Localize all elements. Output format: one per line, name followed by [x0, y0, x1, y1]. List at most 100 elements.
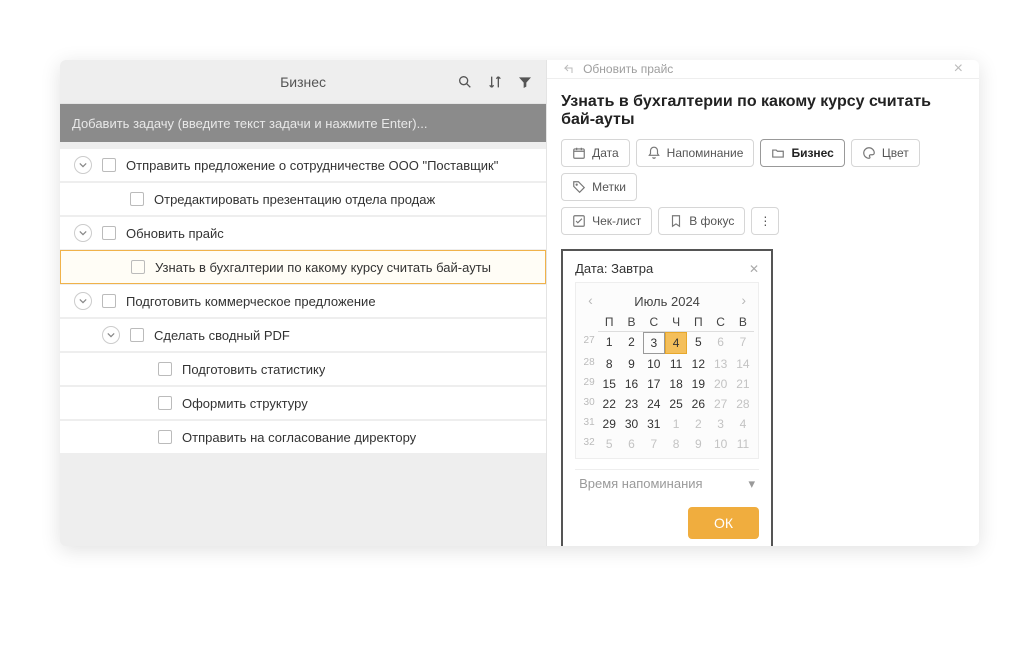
task-checkbox[interactable]	[130, 192, 144, 206]
calendar-day[interactable]: 11	[732, 434, 754, 454]
filter-icon[interactable]	[514, 71, 536, 93]
folder-button-label: Бизнес	[791, 146, 833, 160]
calendar-day[interactable]: 9	[687, 434, 709, 454]
close-icon[interactable]: ×	[954, 60, 963, 78]
calendar-day[interactable]: 28	[732, 394, 754, 414]
sort-icon[interactable]	[484, 71, 506, 93]
calendar-day[interactable]: 1	[598, 332, 620, 354]
calendar-day[interactable]: 3	[710, 414, 732, 434]
calendar-day[interactable]: 27	[710, 394, 732, 414]
expand-icon[interactable]	[102, 326, 120, 344]
add-task-input[interactable]: Добавить задачу (введите текст задачи и …	[60, 104, 546, 142]
task-checkbox[interactable]	[102, 294, 116, 308]
expand-icon[interactable]	[74, 292, 92, 310]
task-checkbox[interactable]	[158, 396, 172, 410]
expand-icon[interactable]	[74, 224, 92, 242]
task-pane-header: Бизнес	[60, 60, 546, 104]
search-icon[interactable]	[454, 71, 476, 93]
calendar-week-number: 32	[580, 434, 598, 454]
task-title[interactable]: Узнать в бухгалтерии по какому курсу счи…	[561, 93, 965, 129]
breadcrumb-parent[interactable]: Обновить прайс	[583, 62, 673, 76]
task-row[interactable]: Подготовить статистику	[60, 352, 546, 386]
calendar-day[interactable]: 10	[643, 354, 665, 374]
calendar-day[interactable]: 23	[620, 394, 642, 414]
tags-button[interactable]: Метки	[561, 173, 637, 201]
breadcrumb: Обновить прайс ×	[547, 60, 979, 79]
task-checkbox[interactable]	[102, 158, 116, 172]
calendar-day[interactable]: 11	[665, 354, 687, 374]
calendar-day[interactable]: 9	[620, 354, 642, 374]
calendar-day[interactable]: 2	[687, 414, 709, 434]
calendar-day[interactable]: 17	[643, 374, 665, 394]
task-checkbox[interactable]	[158, 362, 172, 376]
task-row[interactable]: Подготовить коммерческое предложение	[60, 284, 546, 318]
calendar-day[interactable]: 29	[598, 414, 620, 434]
calendar-day[interactable]: 4	[665, 332, 687, 354]
calendar-day[interactable]: 4	[732, 414, 754, 434]
calendar-day[interactable]: 6	[620, 434, 642, 454]
expand-icon[interactable]	[74, 156, 92, 174]
calendar-day[interactable]: 8	[665, 434, 687, 454]
task-checkbox[interactable]	[131, 260, 145, 274]
calendar-day[interactable]: 14	[732, 354, 754, 374]
toolbar-row-2: Чек-лист В фокус ⋮	[561, 207, 965, 235]
folder-button[interactable]: Бизнес	[760, 139, 844, 167]
calendar-day[interactable]: 16	[620, 374, 642, 394]
focus-button[interactable]: В фокус	[658, 207, 745, 235]
task-row[interactable]: Отправить на согласование директору	[60, 420, 546, 454]
calendar-day[interactable]: 19	[687, 374, 709, 394]
calendar-day[interactable]: 1	[665, 414, 687, 434]
color-button[interactable]: Цвет	[851, 139, 920, 167]
bookmark-icon	[669, 214, 683, 228]
reminder-time-select[interactable]: Время напоминания ▾	[575, 469, 759, 497]
calendar-day[interactable]: 3	[643, 332, 665, 354]
more-button[interactable]: ⋮	[751, 207, 779, 235]
calendar-day[interactable]: 22	[598, 394, 620, 414]
calendar-day[interactable]: 7	[643, 434, 665, 454]
clear-date-icon[interactable]: ✕	[749, 262, 759, 276]
task-row[interactable]: Обновить прайс	[60, 216, 546, 250]
calendar-day[interactable]: 30	[620, 414, 642, 434]
calendar-day[interactable]: 15	[598, 374, 620, 394]
calendar-day[interactable]: 5	[598, 434, 620, 454]
calendar-day[interactable]: 5	[687, 332, 709, 354]
app-window: Бизнес Добавить задачу (введите текст за…	[60, 60, 979, 546]
calendar-day[interactable]: 12	[687, 354, 709, 374]
next-month-icon[interactable]: ›	[741, 292, 746, 308]
task-row[interactable]: Узнать в бухгалтерии по какому курсу счи…	[60, 250, 546, 284]
task-text: Сделать сводный PDF	[154, 328, 290, 343]
date-button[interactable]: Дата	[561, 139, 630, 167]
calendar-day[interactable]: 18	[665, 374, 687, 394]
task-row[interactable]: Отредактировать презентацию отдела прода…	[60, 182, 546, 216]
reminder-button[interactable]: Напоминание	[636, 139, 755, 167]
calendar-nav: ‹ Июль 2024 ›	[580, 289, 754, 313]
task-checkbox[interactable]	[102, 226, 116, 240]
calendar-day[interactable]: 7	[732, 332, 754, 354]
calendar-dow: С	[643, 313, 665, 332]
tag-icon	[572, 180, 586, 194]
calendar-day[interactable]: 8	[598, 354, 620, 374]
toolbar-row-1: Дата Напоминание Бизнес Цвет	[561, 139, 965, 201]
task-checkbox[interactable]	[130, 328, 144, 342]
picker-label: Дата: Завтра	[575, 261, 653, 276]
calendar-day[interactable]: 21	[732, 374, 754, 394]
calendar-day[interactable]: 25	[665, 394, 687, 414]
ok-button[interactable]: ОК	[688, 507, 759, 539]
task-row[interactable]: Сделать сводный PDF	[60, 318, 546, 352]
calendar-day[interactable]: 20	[710, 374, 732, 394]
calendar-day[interactable]: 10	[710, 434, 732, 454]
calendar-day[interactable]: 6	[710, 332, 732, 354]
task-row[interactable]: Оформить структуру	[60, 386, 546, 420]
calendar-day[interactable]: 26	[687, 394, 709, 414]
calendar-day[interactable]: 24	[643, 394, 665, 414]
task-checkbox[interactable]	[158, 430, 172, 444]
checklist-button[interactable]: Чек-лист	[561, 207, 652, 235]
calendar-day[interactable]: 13	[710, 354, 732, 374]
task-text: Отправить на согласование директору	[182, 430, 416, 445]
calendar-day[interactable]: 31	[643, 414, 665, 434]
calendar-day[interactable]: 2	[620, 332, 642, 354]
calendar-week-number: 27	[580, 332, 598, 354]
prev-month-icon[interactable]: ‹	[588, 292, 593, 308]
detail-content: Узнать в бухгалтерии по какому курсу счи…	[547, 79, 979, 546]
task-row[interactable]: Отправить предложение о сотрудничестве О…	[60, 148, 546, 182]
